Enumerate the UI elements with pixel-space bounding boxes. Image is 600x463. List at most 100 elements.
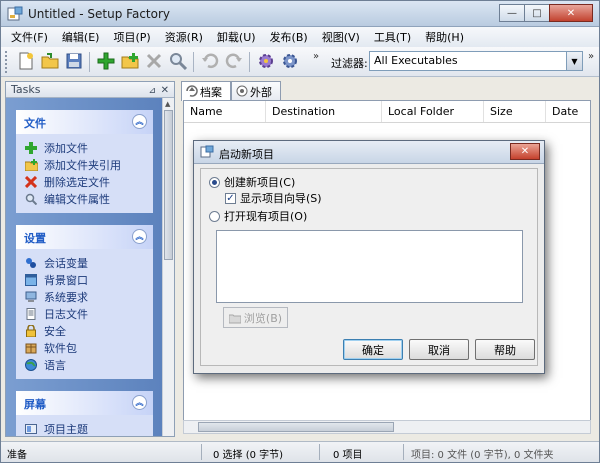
dialog-title-bar: 启动新项目 ✕ bbox=[194, 141, 544, 164]
column-size[interactable]: Size bbox=[484, 101, 546, 122]
add-files-button[interactable] bbox=[95, 50, 117, 72]
status-project-summary: 项目: 0 文件 (0 字节), 0 文件夹 bbox=[411, 450, 554, 461]
menu-file[interactable]: 文件(F) bbox=[11, 29, 48, 45]
open-existing-project-radio[interactable] bbox=[209, 210, 220, 222]
scroll-up-icon[interactable]: ▲ bbox=[165, 100, 170, 108]
help-button[interactable]: 帮助 bbox=[475, 339, 535, 360]
toolbar-overflow-icon[interactable]: » bbox=[313, 51, 319, 62]
show-project-wizard-label: 显示项目向导(S) bbox=[240, 192, 322, 205]
task-group-header[interactable]: 文件 ︽ bbox=[16, 110, 153, 134]
task-packages[interactable]: 软件包 bbox=[24, 339, 145, 356]
task-project-theme[interactable]: 项目主题 bbox=[24, 420, 145, 436]
settings-button[interactable] bbox=[279, 50, 301, 72]
tab-external[interactable]: 外部 bbox=[231, 81, 281, 100]
task-edit-file-properties[interactable]: 编辑文件属性 bbox=[24, 190, 145, 207]
folder-add-icon bbox=[24, 158, 38, 172]
menu-resources[interactable]: 资源(R) bbox=[165, 29, 203, 45]
open-project-button[interactable] bbox=[39, 50, 61, 72]
file-list-hscrollbar[interactable] bbox=[183, 420, 591, 434]
task-system-requirements[interactable]: 系统要求 bbox=[24, 288, 145, 305]
new-document-icon bbox=[19, 52, 33, 70]
menu-edit[interactable]: 编辑(E) bbox=[62, 29, 100, 45]
task-label: 背景窗口 bbox=[44, 273, 88, 287]
setup-factory-app-icon bbox=[7, 6, 23, 21]
menu-publish[interactable]: 发布(B) bbox=[270, 29, 308, 45]
column-local-folder[interactable]: Local Folder bbox=[382, 101, 484, 122]
column-destination[interactable]: Destination bbox=[266, 101, 382, 122]
save-project-button[interactable] bbox=[63, 50, 85, 72]
column-name[interactable]: Name bbox=[184, 101, 266, 122]
menu-help[interactable]: 帮助(H) bbox=[425, 29, 464, 45]
task-add-folder-reference[interactable]: 添加文件夹引用 bbox=[24, 156, 145, 173]
scrollbar-thumb[interactable] bbox=[198, 422, 394, 432]
filter-select[interactable]: All Executables ▼ bbox=[369, 51, 583, 71]
task-group-screens: 屏幕 ︽ 项目主题 bbox=[16, 391, 153, 436]
undo-icon bbox=[202, 53, 219, 68]
menu-tools[interactable]: 工具(T) bbox=[374, 29, 411, 45]
menu-uninstall[interactable]: 卸载(U) bbox=[217, 29, 256, 45]
tasks-scrollbar[interactable]: ▲ bbox=[162, 98, 174, 436]
green-plus-icon bbox=[97, 52, 115, 70]
undo-button[interactable] bbox=[199, 50, 221, 72]
task-group-title: 文件 bbox=[24, 117, 46, 130]
dialog-close-button[interactable]: ✕ bbox=[510, 143, 540, 160]
open-existing-project-label: 打开现有项目(O) bbox=[224, 210, 308, 223]
redo-button[interactable] bbox=[223, 50, 245, 72]
green-plus-icon bbox=[24, 141, 38, 155]
status-ready: 准备 bbox=[7, 450, 27, 461]
task-session-variables[interactable]: 会话变量 bbox=[24, 254, 145, 271]
main-window: Untitled - Setup Factory — □ ✕ 文件(F) 编辑(… bbox=[0, 0, 600, 463]
collapse-chevron-icon[interactable]: ︽ bbox=[132, 114, 147, 129]
show-project-wizard-option[interactable]: ✓ 显示项目向导(S) bbox=[225, 190, 322, 206]
column-date[interactable]: Date bbox=[546, 101, 590, 122]
start-new-project-dialog: 启动新项目 ✕ 创建新项目(C) ✓ 显示项目向导(S) 打开现有项目(O) 浏… bbox=[193, 140, 545, 374]
task-background-window[interactable]: 背景窗口 bbox=[24, 271, 145, 288]
toolbar-overflow-icon-2[interactable]: » bbox=[588, 51, 594, 62]
create-new-project-radio[interactable] bbox=[209, 176, 220, 188]
open-folder-icon bbox=[41, 53, 59, 69]
show-project-wizard-checkbox[interactable]: ✓ bbox=[225, 192, 236, 204]
recent-projects-list[interactable] bbox=[216, 230, 523, 303]
menu-project[interactable]: 项目(P) bbox=[113, 29, 150, 45]
task-label: 删除选定文件 bbox=[44, 175, 110, 189]
status-separator bbox=[403, 444, 404, 460]
filter-label: 过滤器: bbox=[331, 57, 368, 70]
build-button[interactable] bbox=[255, 50, 277, 72]
task-add-files[interactable]: 添加文件 bbox=[24, 139, 145, 156]
collapse-chevron-icon[interactable]: ︽ bbox=[132, 395, 147, 410]
ok-button[interactable]: 确定 bbox=[343, 339, 403, 360]
close-button[interactable]: ✕ bbox=[549, 4, 593, 22]
new-project-button[interactable] bbox=[15, 50, 37, 72]
close-icon[interactable]: ✕ bbox=[161, 83, 169, 98]
lock-icon bbox=[24, 324, 38, 338]
create-new-project-option[interactable]: 创建新项目(C) bbox=[209, 174, 295, 190]
chevron-down-icon[interactable]: ▼ bbox=[566, 52, 582, 70]
variables-icon bbox=[24, 256, 38, 270]
task-remove-selected-files[interactable]: 删除选定文件 bbox=[24, 173, 145, 190]
task-log-file[interactable]: 日志文件 bbox=[24, 305, 145, 322]
task-group-header[interactable]: 屏幕 ︽ bbox=[16, 391, 153, 415]
scrollbar-thumb[interactable] bbox=[164, 110, 173, 260]
tab-label: 外部 bbox=[250, 86, 272, 99]
task-group-header[interactable]: 设置 ︽ bbox=[16, 225, 153, 249]
add-folder-reference-button[interactable] bbox=[119, 50, 141, 72]
maximize-button[interactable]: □ bbox=[524, 4, 550, 22]
status-item-count: 0 项目 bbox=[333, 450, 363, 461]
delete-x-icon bbox=[146, 53, 162, 69]
open-existing-project-option[interactable]: 打开现有项目(O) bbox=[209, 208, 307, 224]
build-gear-icon bbox=[259, 54, 273, 68]
menu-view[interactable]: 视图(V) bbox=[322, 29, 360, 45]
task-security[interactable]: 安全 bbox=[24, 322, 145, 339]
folder-add-icon bbox=[121, 53, 139, 69]
cancel-button[interactable]: 取消 bbox=[409, 339, 469, 360]
task-group-title: 屏幕 bbox=[24, 398, 46, 411]
task-languages[interactable]: 语言 bbox=[24, 356, 145, 373]
collapse-chevron-icon[interactable]: ︽ bbox=[132, 229, 147, 244]
minimize-button[interactable]: — bbox=[499, 4, 525, 22]
toolbar-grip[interactable] bbox=[5, 51, 9, 73]
pin-icon[interactable]: ⊿ bbox=[148, 84, 156, 99]
remove-files-button[interactable] bbox=[143, 50, 165, 72]
tab-archive[interactable]: 档案 bbox=[181, 81, 231, 101]
browse-button[interactable]: 浏览(B) bbox=[223, 307, 288, 328]
search-files-button[interactable] bbox=[167, 50, 189, 72]
